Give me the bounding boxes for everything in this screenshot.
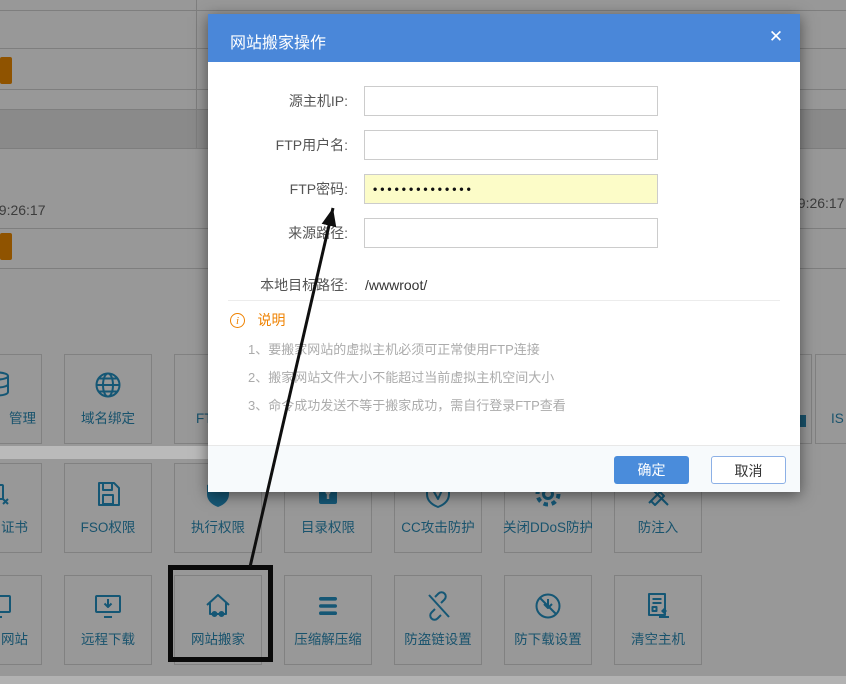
note-item: 1、要搬家网站的虚拟主机必须可正常使用FTP连接 [248,339,540,358]
note-item: 2、搬家网站文件大小不能超过当前虚拟主机空间大小 [248,367,554,386]
note-title: 说明 [257,310,285,330]
dialog-footer: 确定 取消 [208,445,800,492]
close-icon[interactable]: ✕ [766,27,786,47]
target-path-row: 本地目标路径: /wwwroot/ [208,270,800,300]
ftp-password-input[interactable] [364,174,658,204]
migration-dialog: 网站搬家操作 ✕ 源主机IP: FTP用户名: FTP密码: 来源路径: 本地目… [208,14,800,492]
ftp-user-label: FTP用户名: [208,130,348,160]
source-ip-row: 源主机IP: [208,86,800,116]
target-path-label: 本地目标路径: [208,270,348,300]
source-path-input[interactable] [364,218,658,248]
source-path-label: 来源路径: [208,218,348,248]
ok-button[interactable]: 确定 [614,456,689,484]
info-icon: i [230,313,245,328]
light-strip [0,676,846,684]
dialog-header: 网站搬家操作 ✕ [208,14,800,62]
site-move-highlight-frame [168,565,273,662]
screen: 09:26:17 09:26:17 管理域名绑定FTIS证书FSO权限执行权限目… [0,0,846,684]
cancel-button[interactable]: 取消 [711,456,786,484]
ftp-user-row: FTP用户名: [208,130,800,160]
note-item: 3、命令成功发送不等于搬家成功，需自行登录FTP查看 [248,395,566,414]
source-path-row: 来源路径: [208,218,800,248]
source-ip-input[interactable] [364,86,658,116]
ftp-password-row: FTP密码: [208,174,800,204]
section-divider [228,300,780,301]
ftp-password-label: FTP密码: [208,174,348,204]
dialog-title: 网站搬家操作 [230,29,326,53]
note-header: i 说明 [230,310,285,328]
light-strip [0,446,208,459]
source-ip-label: 源主机IP: [208,86,348,116]
ftp-user-input[interactable] [364,130,658,160]
target-path-value: /wwwroot/ [365,270,427,300]
